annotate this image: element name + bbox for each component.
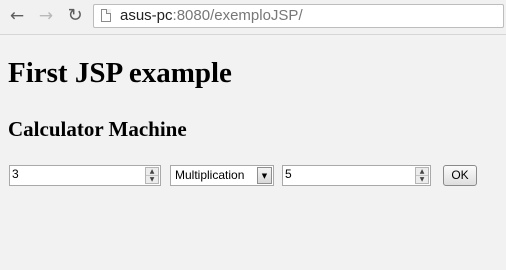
chevron-down-icon[interactable]: ▼ bbox=[257, 167, 272, 184]
reload-icon[interactable]: ↻ bbox=[65, 6, 85, 26]
operation-select[interactable]: Multiplication ▼ bbox=[170, 165, 274, 186]
spin-down-icon[interactable]: ▼ bbox=[146, 176, 158, 183]
second-number-value: 5 bbox=[285, 167, 292, 181]
spin-down-icon[interactable]: ▼ bbox=[416, 176, 428, 183]
browser-toolbar: ← → ↻ asus-pc:8080/exemploJSP/ bbox=[0, 0, 506, 35]
back-arrow-icon[interactable]: ← bbox=[7, 6, 27, 26]
page-title: First JSP example bbox=[8, 57, 232, 89]
page-subtitle: Calculator Machine bbox=[8, 117, 187, 141]
first-number-spinner[interactable]: ▲ ▼ bbox=[145, 167, 159, 184]
calculator-form: 3 ▲ ▼ Multiplication ▼ 5 ▲ ▼ OK bbox=[0, 165, 506, 187]
ok-button[interactable]: OK bbox=[443, 165, 477, 186]
spin-up-icon[interactable]: ▲ bbox=[146, 168, 158, 176]
url-path: :8080/exemploJSP/ bbox=[172, 7, 303, 24]
first-number-input[interactable]: 3 ▲ ▼ bbox=[9, 165, 161, 186]
url-text[interactable]: asus-pc:8080/exemploJSP/ bbox=[120, 7, 303, 24]
spin-up-icon[interactable]: ▲ bbox=[416, 168, 428, 176]
second-number-input[interactable]: 5 ▲ ▼ bbox=[282, 165, 431, 186]
page-icon bbox=[101, 9, 111, 22]
address-bar[interactable]: asus-pc:8080/exemploJSP/ bbox=[93, 4, 504, 28]
first-number-value: 3 bbox=[12, 167, 19, 181]
url-host: asus-pc bbox=[120, 7, 173, 24]
second-number-spinner[interactable]: ▲ ▼ bbox=[415, 167, 429, 184]
forward-arrow-icon[interactable]: → bbox=[36, 6, 56, 26]
operation-selected: Multiplication bbox=[175, 168, 245, 182]
